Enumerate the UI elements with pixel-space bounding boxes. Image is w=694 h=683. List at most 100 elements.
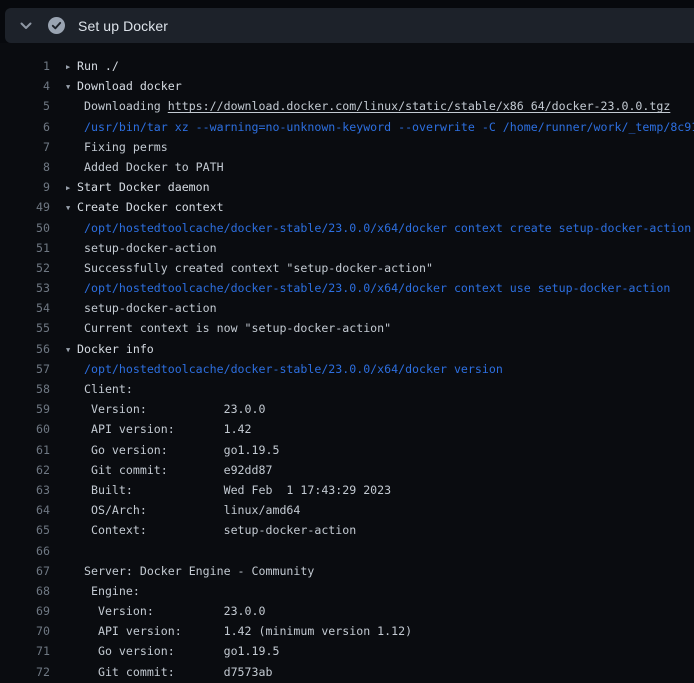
log-command-text: /usr/bin/tar xz --warning=no-unknown-key…: [50, 117, 694, 137]
log-text: Successfully created context "setup-dock…: [50, 258, 694, 278]
log-text: Added Docker to PATH: [50, 157, 694, 177]
log-command-text: /opt/hostedtoolcache/docker-stable/23.0.…: [50, 278, 694, 298]
log-text: Engine:: [50, 581, 694, 601]
log-line: 70 API version: 1.42 (minimum version 1.…: [0, 621, 694, 641]
log-line: 58Client:: [0, 379, 694, 399]
log-line: 68 Engine:: [0, 581, 694, 601]
line-number[interactable]: 65: [0, 520, 50, 540]
group-expanded-arrow-icon[interactable]: ▼: [66, 198, 77, 217]
group-expanded-arrow-icon[interactable]: ▼: [66, 340, 77, 359]
log-line: 59 Version: 23.0.0: [0, 399, 694, 419]
group-title: Start Docker daemon: [77, 180, 210, 194]
log-line: 57/opt/hostedtoolcache/docker-stable/23.…: [0, 359, 694, 379]
line-number[interactable]: 61: [0, 440, 50, 460]
log-line: 52Successfully created context "setup-do…: [0, 258, 694, 278]
line-number[interactable]: 8: [0, 157, 50, 177]
group-expanded-arrow-icon[interactable]: ▼: [66, 77, 77, 96]
group-title: Docker info: [77, 342, 154, 356]
group-header[interactable]: ▼Download docker: [50, 76, 694, 96]
step-status-check-icon: [48, 17, 65, 34]
line-number[interactable]: 4: [0, 76, 50, 96]
log-line: 54setup-docker-action: [0, 298, 694, 318]
log-line: 56▼Docker info: [0, 339, 694, 359]
log-text: Client:: [50, 379, 694, 399]
log-container[interactable]: 1▶Run ./4▼Download docker5Downloading ht…: [0, 43, 694, 683]
log-line: 7Fixing perms: [0, 137, 694, 157]
log-line: 6/usr/bin/tar xz --warning=no-unknown-ke…: [0, 117, 694, 137]
line-number[interactable]: 9: [0, 177, 50, 197]
log-line: 61 Go version: go1.19.5: [0, 440, 694, 460]
group-title: Download docker: [77, 79, 182, 93]
workflow-log-viewer: Set up Docker 1▶Run ./4▼Download docker5…: [0, 0, 694, 683]
group-title: Create Docker context: [77, 200, 224, 214]
log-text: Git commit: e92dd87: [50, 460, 694, 480]
group-header[interactable]: ▶Run ./: [50, 56, 694, 76]
log-link-prefix: Downloading: [84, 99, 168, 113]
collapse-toggle[interactable]: [11, 8, 41, 43]
log-text: Version: 23.0.0: [50, 601, 694, 621]
group-header[interactable]: ▼Docker info: [50, 339, 694, 359]
log-line: 65 Context: setup-docker-action: [0, 520, 694, 540]
group-header[interactable]: ▼Create Docker context: [50, 197, 694, 217]
line-number[interactable]: 66: [0, 541, 50, 561]
log-line: 1▶Run ./: [0, 56, 694, 76]
log-text: setup-docker-action: [50, 298, 694, 318]
line-number[interactable]: 71: [0, 641, 50, 661]
log-text: Version: 23.0.0: [50, 399, 694, 419]
group-header[interactable]: ▶Start Docker daemon: [50, 177, 694, 197]
line-number[interactable]: 52: [0, 258, 50, 278]
log-text: setup-docker-action: [50, 238, 694, 258]
line-number[interactable]: 53: [0, 278, 50, 298]
log-url-link[interactable]: https://download.docker.com/linux/static…: [168, 99, 671, 113]
line-number[interactable]: 63: [0, 480, 50, 500]
log-line: 69 Version: 23.0.0: [0, 601, 694, 621]
log-line: 62 Git commit: e92dd87: [0, 460, 694, 480]
line-number[interactable]: 56: [0, 339, 50, 359]
group-collapsed-arrow-icon[interactable]: ▶: [66, 178, 77, 197]
line-number[interactable]: 51: [0, 238, 50, 258]
line-number[interactable]: 60: [0, 419, 50, 439]
line-number[interactable]: 49: [0, 197, 50, 217]
log-text: Downloading https://download.docker.com/…: [50, 96, 694, 116]
line-number[interactable]: 6: [0, 117, 50, 137]
step-header[interactable]: Set up Docker: [5, 8, 694, 43]
log-text: Go version: go1.19.5: [50, 440, 694, 460]
log-text: Context: setup-docker-action: [50, 520, 694, 540]
log-line: 64 OS/Arch: linux/amd64: [0, 500, 694, 520]
line-number[interactable]: 70: [0, 621, 50, 641]
log-line: 55Current context is now "setup-docker-a…: [0, 318, 694, 338]
line-number[interactable]: 5: [0, 96, 50, 116]
line-number[interactable]: 57: [0, 359, 50, 379]
line-number[interactable]: 1: [0, 56, 50, 76]
line-number[interactable]: 58: [0, 379, 50, 399]
line-number[interactable]: 72: [0, 662, 50, 682]
log-text: Fixing perms: [50, 137, 694, 157]
group-title: Run ./: [77, 59, 119, 73]
log-line: 72 Git commit: d7573ab: [0, 662, 694, 682]
log-line: 63 Built: Wed Feb 1 17:43:29 2023: [0, 480, 694, 500]
log-text: OS/Arch: linux/amd64: [50, 500, 694, 520]
log-line: 8Added Docker to PATH: [0, 157, 694, 177]
log-line: 60 API version: 1.42: [0, 419, 694, 439]
log-command-text: /opt/hostedtoolcache/docker-stable/23.0.…: [50, 218, 694, 238]
line-number[interactable]: 50: [0, 218, 50, 238]
log-line: 9▶Start Docker daemon: [0, 177, 694, 197]
log-line: 53/opt/hostedtoolcache/docker-stable/23.…: [0, 278, 694, 298]
group-collapsed-arrow-icon[interactable]: ▶: [66, 57, 77, 76]
chevron-down-icon: [20, 22, 32, 30]
log-line: 51setup-docker-action: [0, 238, 694, 258]
line-number[interactable]: 54: [0, 298, 50, 318]
line-number[interactable]: 64: [0, 500, 50, 520]
line-number[interactable]: 68: [0, 581, 50, 601]
log-line: 67Server: Docker Engine - Community: [0, 561, 694, 581]
log-line: 5Downloading https://download.docker.com…: [0, 96, 694, 116]
line-number[interactable]: 62: [0, 460, 50, 480]
log-line: 50/opt/hostedtoolcache/docker-stable/23.…: [0, 218, 694, 238]
line-number[interactable]: 67: [0, 561, 50, 581]
log-command-text: /opt/hostedtoolcache/docker-stable/23.0.…: [50, 359, 694, 379]
log-text: API version: 1.42: [50, 419, 694, 439]
line-number[interactable]: 59: [0, 399, 50, 419]
line-number[interactable]: 69: [0, 601, 50, 621]
line-number[interactable]: 55: [0, 318, 50, 338]
line-number[interactable]: 7: [0, 137, 50, 157]
